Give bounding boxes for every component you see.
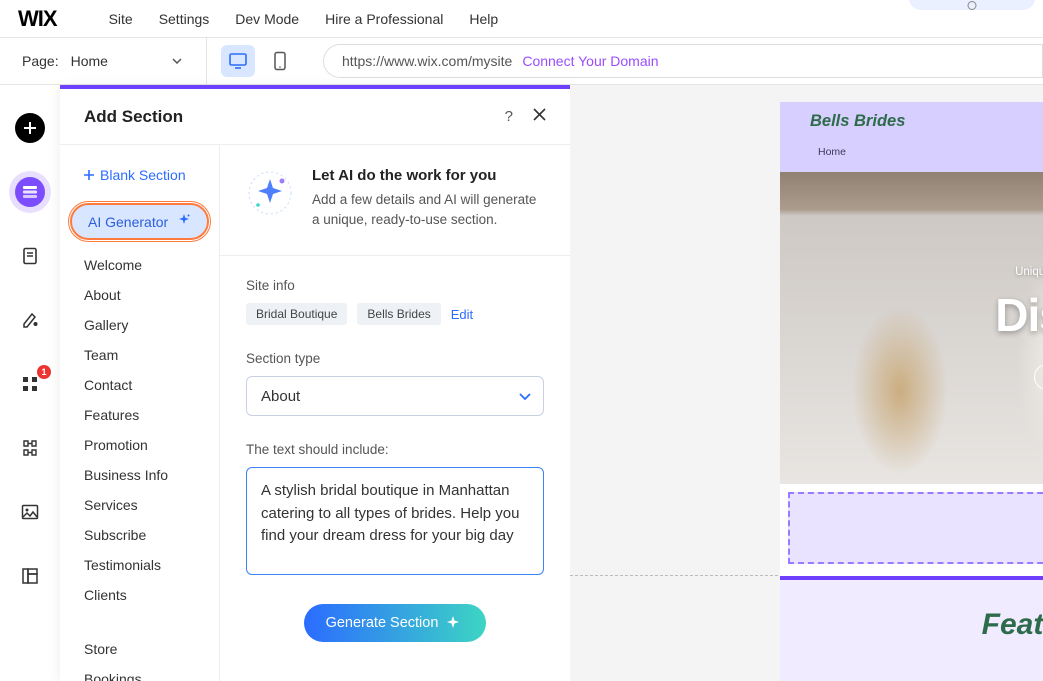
- category-team[interactable]: Team: [60, 340, 219, 370]
- help-icon[interactable]: ?: [505, 108, 513, 125]
- sections-button[interactable]: [15, 177, 45, 207]
- category-list: Blank Section AI Generator Welcome About…: [60, 145, 220, 681]
- section-type-select[interactable]: About: [246, 376, 544, 416]
- category-contact[interactable]: Contact: [60, 370, 219, 400]
- category-bookings[interactable]: Bookings: [60, 664, 219, 681]
- page-selector-block: Page: Home: [0, 38, 206, 84]
- section-type-label: Section type: [246, 351, 544, 366]
- category-features[interactable]: Features: [60, 400, 219, 430]
- tag-bridal-boutique: Bridal Boutique: [246, 303, 347, 325]
- site-info-tags: Bridal Boutique Bells Brides Edit: [246, 303, 544, 325]
- menu-dev-mode[interactable]: Dev Mode: [235, 11, 299, 27]
- top-menu-bar: WIX Site Settings Dev Mode Hire a Profes…: [0, 0, 1043, 38]
- category-services[interactable]: Services: [60, 490, 219, 520]
- ai-hero-title: Let AI do the work for you: [312, 167, 544, 184]
- category-welcome[interactable]: Welcome: [60, 250, 219, 280]
- page-label: Page:: [22, 53, 59, 69]
- category-testimonials[interactable]: Testimonials: [60, 550, 219, 580]
- menu-hire-professional[interactable]: Hire a Professional: [325, 11, 443, 27]
- panel-header: Add Section ?: [60, 89, 570, 145]
- left-tool-rail: 1: [0, 85, 60, 681]
- tag-bells-brides: Bells Brides: [357, 303, 440, 325]
- menu-help[interactable]: Help: [469, 11, 498, 27]
- section-type-value: About: [261, 388, 300, 405]
- desktop-view-button[interactable]: [221, 45, 255, 77]
- account-pill[interactable]: [909, 0, 1035, 10]
- ai-generator-form: Let AI do the work for you Add a few det…: [220, 145, 570, 681]
- preview-hero-cta[interactable]: Explore: [1034, 364, 1043, 390]
- mobile-view-button[interactable]: [263, 45, 297, 77]
- category-gallery[interactable]: Gallery: [60, 310, 219, 340]
- site-preview[interactable]: Bells Brides Home Shop Unique Bridal Exp…: [780, 102, 1043, 681]
- content-manager-button[interactable]: [15, 561, 45, 591]
- apps-button[interactable]: 1: [15, 369, 45, 399]
- media-button[interactable]: [15, 497, 45, 527]
- my-business-button[interactable]: [15, 433, 45, 463]
- pages-button[interactable]: [15, 241, 45, 271]
- category-about[interactable]: About: [60, 280, 219, 310]
- category-business-info[interactable]: Business Info: [60, 460, 219, 490]
- blank-section-link[interactable]: Blank Section: [60, 161, 219, 199]
- generate-section-button[interactable]: Generate Section: [304, 604, 487, 642]
- preview-brand-bar: Bells Brides: [780, 102, 1043, 140]
- text-include-input[interactable]: [246, 467, 544, 575]
- panel-title: Add Section: [84, 107, 183, 127]
- page-value: Home: [71, 53, 108, 69]
- chevron-down-icon: [172, 58, 182, 64]
- ai-hero-desc: Add a few details and AI will generate a…: [312, 190, 544, 229]
- add-section-panel: Add Section ? Blank Section AI Generator: [60, 85, 570, 681]
- preview-drop-zone[interactable]: [788, 492, 1043, 564]
- preview-brand-name: Bells Brides: [810, 112, 905, 131]
- site-canvas[interactable]: Bells Brides Home Shop Unique Bridal Exp…: [570, 85, 1043, 681]
- page-toolbar: Page: Home https://www.wix.com/mysite Co…: [0, 38, 1043, 85]
- device-switcher: [206, 38, 311, 84]
- category-label: AI Generator: [88, 214, 168, 230]
- preview-nav-home[interactable]: Home: [818, 146, 846, 158]
- edit-site-info-link[interactable]: Edit: [451, 307, 473, 322]
- category-subscribe[interactable]: Subscribe: [60, 520, 219, 550]
- sparkle-icon: [177, 213, 191, 230]
- site-info-label: Site info: [246, 278, 544, 293]
- main-area: 1 Add Section ? Bl: [0, 85, 1043, 681]
- preview-featured-section: Featured Sele: [780, 576, 1043, 681]
- close-icon[interactable]: [533, 108, 546, 126]
- wix-logo[interactable]: WIX: [18, 6, 57, 32]
- connect-domain-link[interactable]: Connect Your Domain: [522, 53, 658, 69]
- page-dropdown[interactable]: Home: [69, 49, 184, 73]
- preview-featured-title: Featured Sele: [780, 608, 1043, 662]
- sparkle-icon: [446, 616, 460, 630]
- preview-hero-title: Discove: [995, 288, 1043, 342]
- preview-hero-tag: Unique Bridal Experience: [1015, 266, 1043, 278]
- blank-section-label: Blank Section: [100, 167, 186, 183]
- category-ai-generator[interactable]: AI Generator: [70, 203, 209, 240]
- url-text: https://www.wix.com/mysite: [342, 53, 512, 69]
- url-bar: https://www.wix.com/mysite Connect Your …: [323, 44, 1043, 78]
- category-store[interactable]: Store: [60, 634, 219, 664]
- preview-hero: Unique Bridal Experience Discove Explore: [780, 172, 1043, 484]
- preview-nav: Home Shop: [796, 140, 1043, 164]
- menu-settings[interactable]: Settings: [159, 11, 210, 27]
- add-button[interactable]: [15, 113, 45, 143]
- category-clients[interactable]: Clients: [60, 580, 219, 610]
- category-promotion[interactable]: Promotion: [60, 430, 219, 460]
- text-include-label: The text should include:: [246, 442, 544, 457]
- theme-button[interactable]: [15, 305, 45, 335]
- apps-badge: 1: [37, 365, 51, 379]
- plus-icon: [84, 170, 94, 180]
- menu-site[interactable]: Site: [109, 11, 133, 27]
- chevron-down-icon: [519, 393, 529, 399]
- ai-sparkle-icon: [246, 169, 294, 217]
- generate-button-label: Generate Section: [326, 615, 439, 631]
- ai-hero-block: Let AI do the work for you Add a few det…: [220, 145, 570, 256]
